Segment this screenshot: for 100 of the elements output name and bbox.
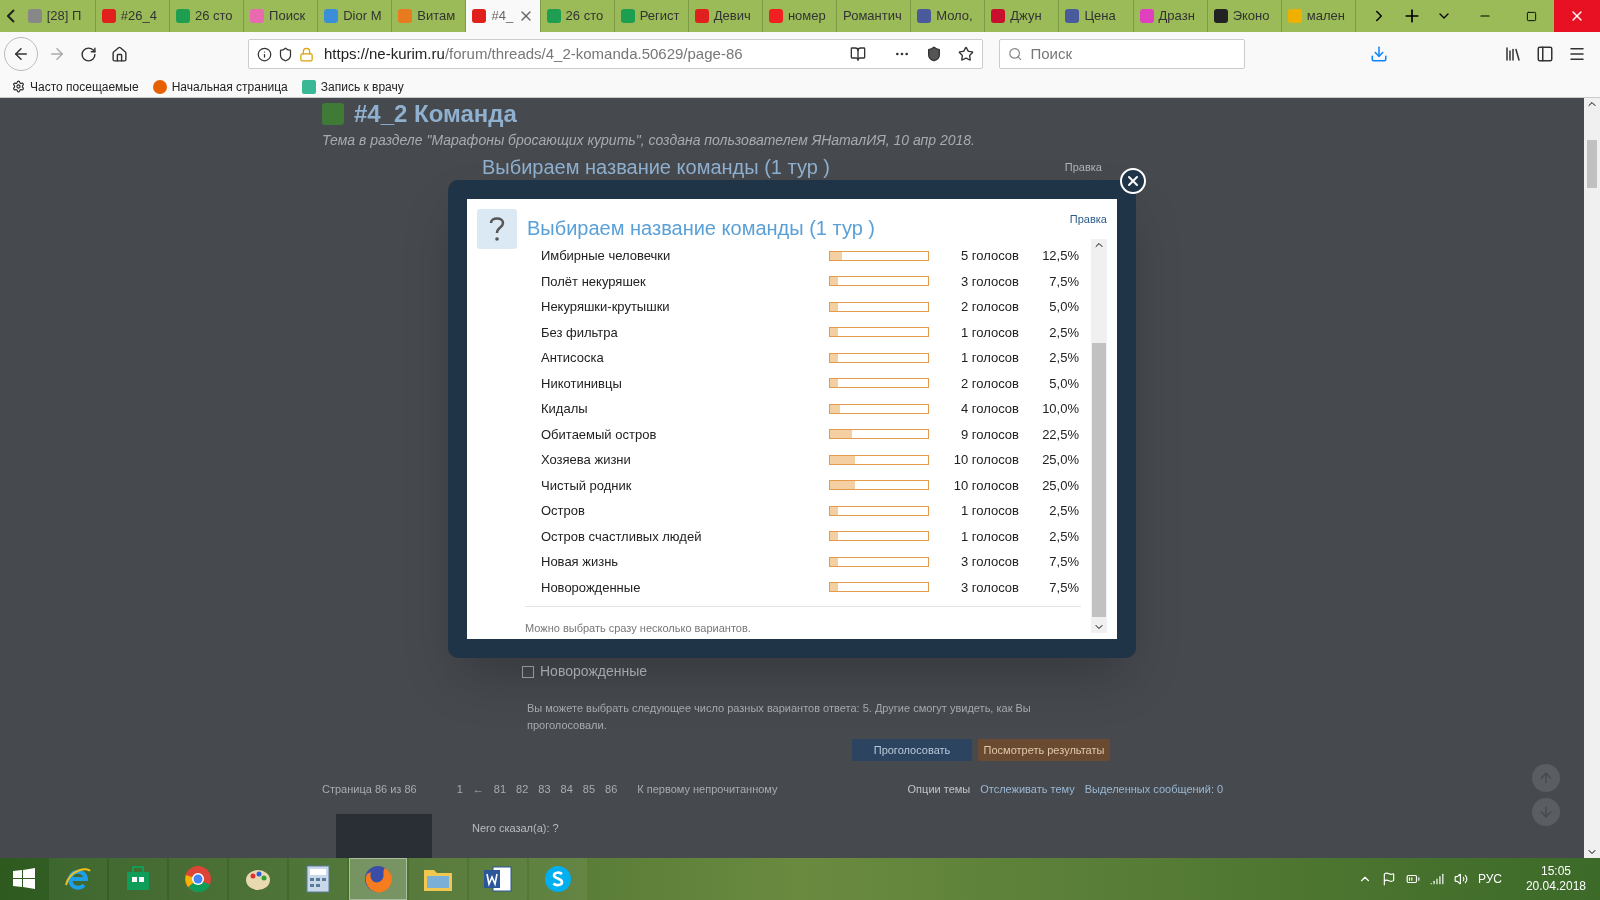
tab-title: Джун: [1010, 7, 1042, 26]
info-icon: [257, 46, 272, 62]
search-field[interactable]: Поиск: [999, 39, 1245, 69]
taskbar-app-button[interactable]: [409, 858, 467, 900]
page-link[interactable]: 86: [605, 781, 618, 798]
pocket-icon[interactable]: [926, 46, 942, 62]
document-w-icon: [483, 865, 513, 893]
tab-title: [28] П: [46, 7, 82, 26]
page-link[interactable]: 82: [516, 781, 529, 798]
taskbar-app-button[interactable]: [529, 858, 587, 900]
warning-lock-icon: [299, 46, 314, 62]
watch-thread-link[interactable]: Отслеживать тему: [980, 781, 1075, 798]
vote-button[interactable]: Проголосовать: [852, 739, 972, 761]
fox-globe-icon: [363, 864, 393, 894]
vote-percent: 7,5%: [1048, 272, 1079, 291]
taskbar-app-button[interactable]: [169, 858, 227, 900]
vote-percent: 7,5%: [1048, 553, 1079, 571]
url-text: https://ne-kurim.ru/forum/threads/4_2-komanda.50629/page-86: [324, 43, 743, 64]
speaker-icon[interactable]: [1453, 872, 1468, 886]
bookmark-link[interactable]: Запись к врачу: [301, 77, 404, 96]
poll-title: Выбираем название команды (1 тур ): [482, 155, 830, 179]
battery-icon[interactable]: [1405, 872, 1420, 886]
taskbar-app-button[interactable]: [469, 858, 527, 900]
clock-time[interactable]: 15:05: [1540, 864, 1571, 879]
library-icon[interactable]: [1504, 45, 1522, 63]
vote-percent: 2,5%: [1048, 349, 1079, 367]
view-results-button[interactable]: Посмотреть результаты: [978, 739, 1110, 761]
browser-ring-icon: [184, 865, 212, 893]
vote-count: 1 голосов: [960, 323, 1019, 342]
flag-icon[interactable]: [1381, 872, 1396, 886]
tab-title: Dior M: [343, 7, 382, 26]
bookmark-link[interactable]: Часто посещаемые: [12, 77, 139, 96]
vote-count: 1 голосов: [960, 502, 1019, 520]
star-icon[interactable]: [958, 46, 974, 62]
taskbar-app-button[interactable]: [229, 858, 287, 900]
thread-title: #4_2 Команда: [354, 100, 517, 128]
close-icon: [1125, 173, 1141, 189]
windows-logo-icon: [13, 868, 35, 890]
thread-icon: [322, 103, 344, 125]
edit-link[interactable]: Правка: [1069, 211, 1107, 228]
vote-count: 5 голосов: [960, 247, 1019, 265]
vote-percent: 5,0%: [1048, 374, 1079, 393]
thread-subtitle: Тема в разделе "Марафоны бросающих курить", создана пользователем ЯНаталИЯ, 10 апр 2018.: [322, 131, 976, 150]
thread-options-link[interactable]: Опции темы: [907, 781, 971, 798]
vote-percent: 2,5%: [1048, 323, 1079, 342]
option-name: Антисоска: [541, 349, 605, 367]
edit-link[interactable]: Правка: [1064, 158, 1102, 176]
selected-messages-link[interactable]: Выделенных сообщений: 0: [1084, 781, 1224, 798]
option-name: Некуряшки-крутышки: [541, 298, 671, 316]
vote-count: 3 голосов: [960, 272, 1019, 291]
address-bar[interactable]: https://ne-kurim.ru/forum/threads/4_2-komanda.50629/page-86: [248, 39, 983, 69]
reload-icon[interactable]: [80, 45, 97, 63]
scrollbar-thumb[interactable]: [1587, 140, 1597, 188]
vote-percent: 10,0%: [1041, 400, 1079, 418]
page-link[interactable]: 1: [456, 781, 463, 798]
option-name: Остров: [541, 502, 586, 520]
menu-icon[interactable]: [1568, 45, 1586, 63]
language-indicator[interactable]: РУС: [1477, 870, 1502, 888]
sidebar-icon[interactable]: [1536, 45, 1554, 63]
page-link[interactable]: 83: [538, 781, 551, 798]
checkbox[interactable]: [522, 665, 534, 678]
gear-icon: [12, 80, 25, 93]
page-link[interactable]: ←: [472, 781, 484, 798]
vote-percent: 25,0%: [1041, 451, 1079, 469]
option-name: Остров счастливых людей: [541, 527, 703, 546]
vote-count: 1 голосов: [960, 349, 1019, 367]
shopping-bag-icon: [125, 866, 151, 892]
option-name: Без фильтра: [541, 323, 619, 342]
clock-date[interactable]: 20.04.2018: [1525, 879, 1586, 894]
unread-link[interactable]: К первому непрочитанному: [637, 781, 778, 798]
home-icon[interactable]: [111, 45, 128, 63]
page-scrollbar[interactable]: [1584, 98, 1600, 858]
tab-title: Витам: [417, 7, 456, 26]
tab-title: Дразн: [1158, 7, 1195, 26]
dialog-title: Выбираем название команды (1 тур ): [527, 216, 875, 241]
taskbar-app-button[interactable]: [109, 858, 167, 900]
page-link[interactable]: 81: [493, 781, 507, 798]
taskbar-app-button[interactable]: [289, 858, 347, 900]
scrollbar[interactable]: [1091, 239, 1107, 633]
tab-title: #26_4: [120, 7, 157, 26]
tab-title: #4_: [491, 7, 514, 26]
option-name: Имбирные человечки: [541, 247, 672, 265]
signal-icon[interactable]: [1429, 872, 1444, 886]
reader-view-icon[interactable]: [850, 46, 866, 62]
download-icon[interactable]: [1370, 45, 1388, 63]
taskbar-app-button[interactable]: [349, 858, 407, 900]
globe-icon: [152, 79, 167, 94]
page-link[interactable]: 85: [582, 781, 596, 798]
post-author: Nero сказал(а): ?: [472, 820, 559, 836]
search-input[interactable]: Поиск: [1030, 42, 1236, 66]
tab-title: 26 сто: [565, 7, 604, 26]
vote-count: 2 голосов: [960, 374, 1019, 393]
scrollbar-thumb[interactable]: [1092, 343, 1106, 617]
page-link[interactable]: 84: [560, 781, 573, 798]
browser-tab[interactable]: #4_: [466, 0, 541, 32]
close-dialog-button[interactable]: [1120, 168, 1146, 194]
bookmark-link[interactable]: Начальная страница: [152, 77, 288, 96]
restore-icon: [1525, 10, 1537, 22]
vote-count: 2 голосов: [960, 298, 1019, 316]
tab-title: Поиск: [269, 7, 306, 26]
